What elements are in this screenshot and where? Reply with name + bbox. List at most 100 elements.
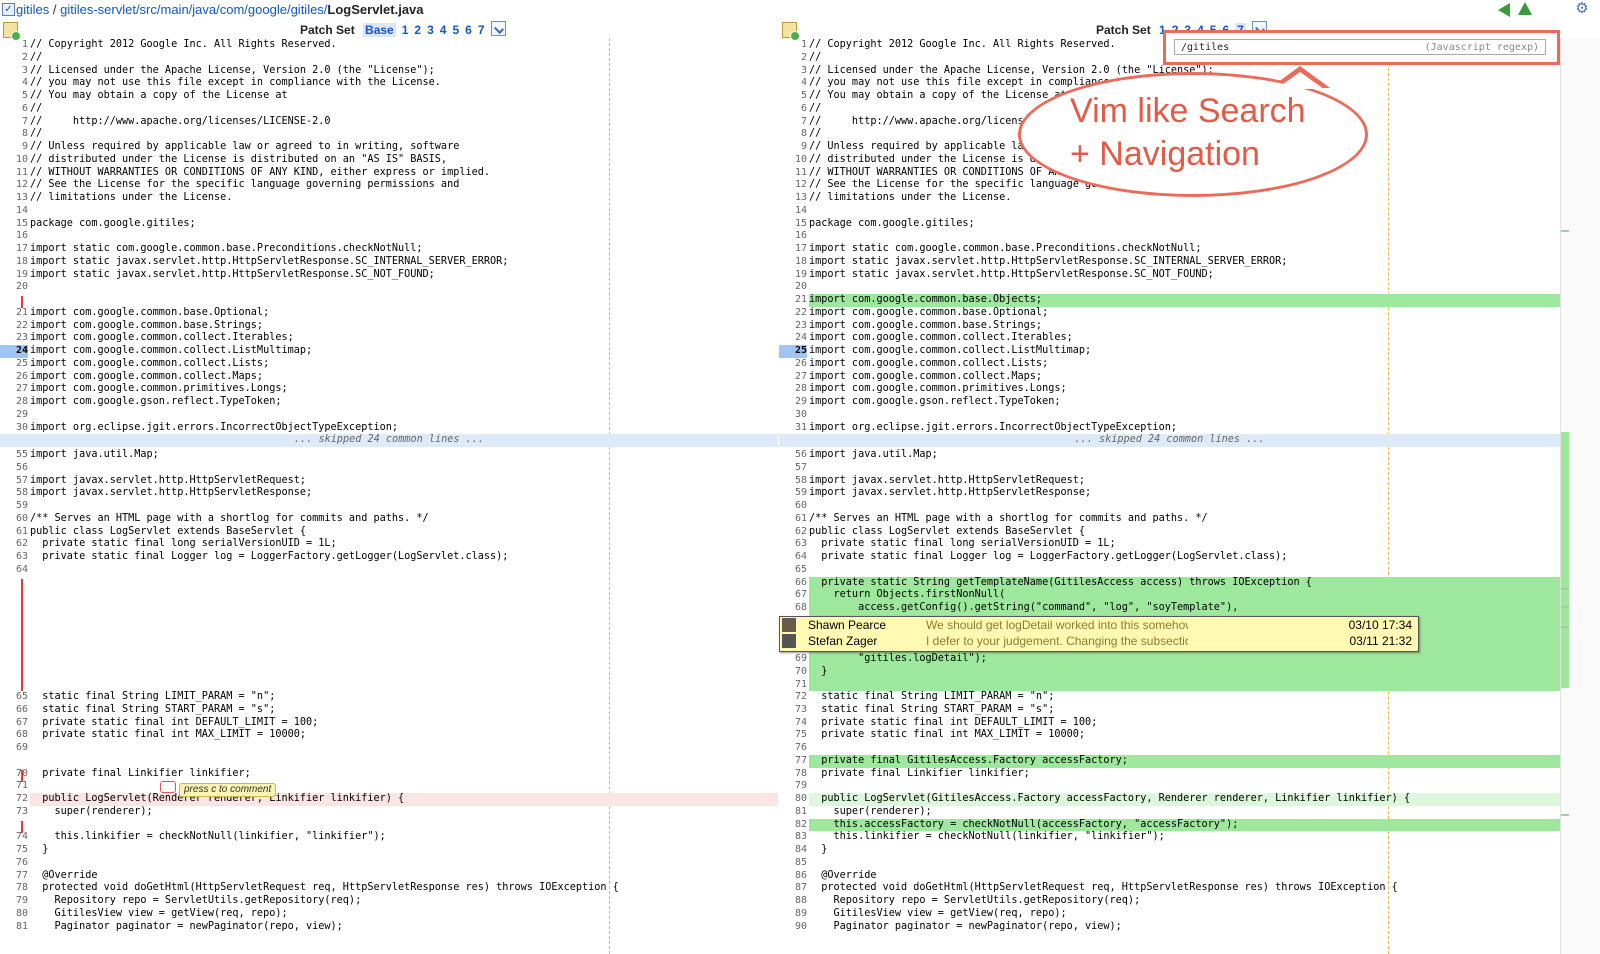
line-number[interactable]: 76 bbox=[0, 857, 28, 870]
code-line[interactable] bbox=[809, 281, 1560, 294]
line-number[interactable]: 68 bbox=[0, 729, 28, 742]
line-number[interactable]: 2 bbox=[0, 52, 28, 65]
code-line[interactable]: } bbox=[809, 844, 1560, 857]
code-line[interactable]: import static javax.servlet.http.HttpSer… bbox=[30, 269, 778, 282]
breadcrumb-path[interactable]: gitiles-servlet/src/main/java/com/google… bbox=[60, 2, 327, 17]
line-number[interactable]: 15 bbox=[779, 218, 807, 231]
line-number[interactable]: 9 bbox=[779, 141, 807, 154]
code-line[interactable]: // See the License for the specific lang… bbox=[30, 179, 778, 192]
change-marker[interactable] bbox=[1561, 230, 1569, 232]
code-line[interactable]: import com.google.common.collect.Lists; bbox=[30, 358, 778, 371]
overview-ruler[interactable] bbox=[1560, 38, 1600, 954]
line-number[interactable]: 81 bbox=[0, 921, 28, 934]
line-number[interactable]: 67 bbox=[0, 717, 28, 730]
line-number[interactable]: 69 bbox=[0, 742, 28, 755]
patch-set-link-2[interactable]: 2 bbox=[414, 23, 421, 37]
code-line[interactable] bbox=[30, 857, 778, 870]
code-line[interactable]: private static final int MAX_LIMIT = 100… bbox=[30, 729, 778, 742]
line-number[interactable]: 70 bbox=[0, 768, 28, 781]
line-number[interactable]: 4 bbox=[0, 77, 28, 90]
code-line[interactable]: import java.util.Map; bbox=[30, 449, 778, 462]
line-number[interactable]: 86 bbox=[779, 870, 807, 883]
line-number[interactable]: 67 bbox=[779, 589, 807, 602]
code-line[interactable]: GitilesView view = getView(req, repo); bbox=[809, 908, 1560, 921]
line-number[interactable]: 23 bbox=[779, 320, 807, 333]
line-number[interactable]: 24 bbox=[0, 345, 28, 358]
code-line[interactable]: import com.google.common.collect.Maps; bbox=[30, 371, 778, 384]
line-number[interactable]: 8 bbox=[0, 128, 28, 141]
code-line[interactable]: import com.google.common.primitives.Long… bbox=[809, 383, 1560, 396]
code-line[interactable]: import javax.servlet.http.HttpServletRes… bbox=[30, 487, 778, 500]
line-number[interactable]: 13 bbox=[0, 192, 28, 205]
line-number[interactable]: 17 bbox=[0, 243, 28, 256]
code-line[interactable]: private static final long serialVersionU… bbox=[809, 538, 1560, 551]
code-line-inserted[interactable]: "gitiles.logDetail"); bbox=[809, 653, 1560, 666]
line-number[interactable]: 76 bbox=[779, 742, 807, 755]
line-number[interactable]: 26 bbox=[779, 358, 807, 371]
code-line[interactable]: import static javax.servlet.http.HttpSer… bbox=[809, 269, 1560, 282]
code-line[interactable] bbox=[809, 564, 1560, 577]
line-number[interactable]: 11 bbox=[779, 167, 807, 180]
line-number[interactable]: 56 bbox=[0, 462, 28, 475]
line-number[interactable]: 66 bbox=[0, 704, 28, 717]
code-line[interactable] bbox=[30, 780, 778, 793]
code-line[interactable] bbox=[30, 564, 778, 577]
patch-set-link-1[interactable]: 1 bbox=[402, 23, 409, 37]
line-number[interactable]: 19 bbox=[0, 269, 28, 282]
line-number[interactable]: 4 bbox=[779, 77, 807, 90]
code-line[interactable]: this.linkifier = checkNotNull(linkifier,… bbox=[30, 831, 778, 844]
code-line[interactable] bbox=[809, 409, 1560, 422]
checkbox-icon[interactable]: ✓ bbox=[2, 3, 15, 16]
line-number[interactable]: 78 bbox=[779, 768, 807, 781]
line-number[interactable]: 27 bbox=[779, 371, 807, 384]
code-line[interactable]: import com.google.common.primitives.Long… bbox=[30, 383, 778, 396]
code-line-inserted[interactable]: private static String getTemplateName(Gi… bbox=[809, 576, 1560, 590]
code-line[interactable]: import java.util.Map; bbox=[809, 449, 1560, 462]
comment-bubble-icon[interactable] bbox=[160, 781, 176, 793]
line-number[interactable]: 63 bbox=[0, 551, 28, 564]
line-number[interactable]: 70 bbox=[779, 666, 807, 679]
line-number[interactable]: 58 bbox=[779, 475, 807, 488]
line-number[interactable]: 77 bbox=[0, 870, 28, 883]
code-line[interactable]: package com.google.gitiles; bbox=[30, 218, 778, 231]
line-number[interactable]: 28 bbox=[0, 396, 28, 409]
line-number[interactable]: 30 bbox=[0, 422, 28, 435]
code-line[interactable]: private final Linkifier linkifier; bbox=[809, 768, 1560, 781]
code-line[interactable]: // bbox=[30, 128, 778, 141]
code-line[interactable] bbox=[30, 230, 778, 243]
line-number[interactable]: 78 bbox=[0, 882, 28, 895]
breadcrumb-project[interactable]: gitiles bbox=[16, 2, 49, 17]
code-line[interactable] bbox=[809, 462, 1560, 475]
code-line[interactable]: private static final Logger log = Logger… bbox=[30, 551, 778, 564]
code-line[interactable]: static final String LIMIT_PARAM = "n"; bbox=[30, 691, 778, 704]
line-number[interactable]: 73 bbox=[779, 704, 807, 717]
code-line[interactable]: public class LogServlet extends BaseServ… bbox=[30, 526, 778, 539]
line-number[interactable]: 85 bbox=[779, 857, 807, 870]
line-number[interactable]: 7 bbox=[0, 116, 28, 129]
line-number[interactable]: 82 bbox=[779, 819, 807, 832]
code-line[interactable]: /** Serves an HTML page with a shortlog … bbox=[809, 513, 1560, 526]
code-line[interactable]: import static com.google.common.base.Pre… bbox=[809, 243, 1560, 256]
line-number[interactable]: 25 bbox=[0, 358, 28, 371]
code-line[interactable]: static final String START_PARAM = "s"; bbox=[30, 704, 778, 717]
line-number[interactable]: 20 bbox=[0, 281, 28, 294]
code-line[interactable]: } bbox=[30, 844, 778, 857]
code-line[interactable]: import com.google.common.base.Strings; bbox=[809, 320, 1560, 333]
code-line[interactable]: Repository repo = ServletUtils.getReposi… bbox=[30, 895, 778, 908]
code-line[interactable] bbox=[30, 742, 778, 755]
line-number[interactable]: 28 bbox=[779, 383, 807, 396]
patch-set-link-6[interactable]: 6 bbox=[465, 23, 472, 37]
line-number[interactable]: 64 bbox=[779, 551, 807, 564]
code-line[interactable] bbox=[809, 205, 1560, 218]
code-line[interactable]: private static final int DEFAULT_LIMIT =… bbox=[809, 717, 1560, 730]
code-line-inserted[interactable]: import com.google.common.base.Objects; bbox=[809, 294, 1560, 307]
patch-set-link-5[interactable]: 5 bbox=[452, 23, 459, 37]
code-line[interactable]: protected void doGetHtml(HttpServletRequ… bbox=[30, 882, 778, 895]
code-line[interactable]: import com.google.gson.reflect.TypeToken… bbox=[809, 396, 1560, 409]
code-line[interactable] bbox=[30, 462, 778, 475]
line-number[interactable]: 24 bbox=[779, 332, 807, 345]
line-number[interactable]: 79 bbox=[779, 780, 807, 793]
line-number[interactable]: 72 bbox=[0, 793, 28, 806]
line-number[interactable]: 84 bbox=[779, 844, 807, 857]
line-number[interactable]: 22 bbox=[0, 320, 28, 333]
